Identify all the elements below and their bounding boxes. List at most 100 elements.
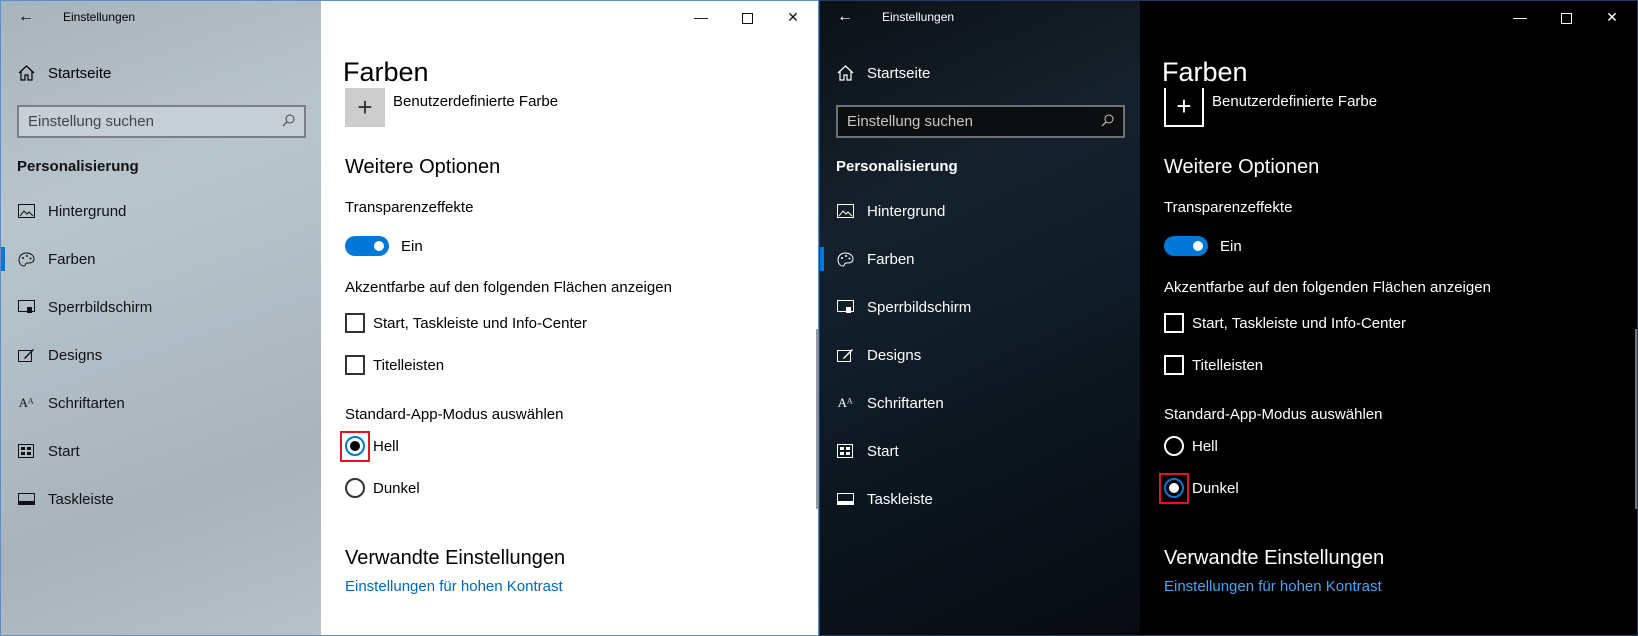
- start-icon: [17, 443, 35, 459]
- brush-icon: [836, 347, 854, 363]
- palette-icon: [836, 251, 854, 267]
- minimize-button[interactable]: —: [678, 5, 724, 29]
- title-bar: ← Einstellungen: [1, 1, 321, 33]
- radio-label: Dunkel: [373, 479, 420, 497]
- back-arrow-icon[interactable]: ←: [13, 7, 39, 27]
- sidebar-item-label: Start: [867, 442, 899, 460]
- transparency-toggle[interactable]: [345, 236, 389, 256]
- radio-mode-dunkel[interactable]: Dunkel: [345, 478, 420, 498]
- custom-color-label[interactable]: Benutzerdefinierte Farbe: [393, 93, 558, 110]
- checkbox[interactable]: [1164, 313, 1184, 333]
- checkbox[interactable]: [1164, 355, 1184, 375]
- related-settings-heading: Verwandte Einstellungen: [345, 547, 566, 569]
- checkbox-label: Titelleisten: [373, 356, 445, 374]
- sidebar-item-sperrbildschirm[interactable]: Sperrbildschirm: [1, 283, 321, 331]
- custom-color-label[interactable]: Benutzerdefinierte Farbe: [1212, 93, 1377, 110]
- search-placeholder: Einstellung suchen: [847, 113, 973, 130]
- search-icon[interactable]: [282, 114, 295, 130]
- radio-label: Hell: [373, 437, 399, 455]
- related-settings-heading: Verwandte Einstellungen: [1164, 547, 1385, 569]
- accent-checkbox-row[interactable]: Titelleisten: [1164, 355, 1263, 375]
- search-input[interactable]: Einstellung suchen: [17, 105, 306, 138]
- lockscreen-icon: [836, 299, 854, 315]
- app-title: Einstellungen: [63, 10, 136, 24]
- app-mode-label: Standard-App-Modus auswählen: [345, 406, 564, 423]
- radio-button[interactable]: [345, 478, 365, 498]
- home-icon: [17, 64, 35, 82]
- app-mode-label: Standard-App-Modus auswählen: [1164, 406, 1383, 423]
- sidebar-item-label: Start: [48, 442, 80, 460]
- page-title: Farben: [1162, 57, 1248, 87]
- add-custom-color-button[interactable]: +: [345, 88, 385, 127]
- sidebar-item-sperrbildschirm[interactable]: Sperrbildschirm: [820, 283, 1140, 331]
- high-contrast-link[interactable]: Einstellungen für hohen Kontrast: [345, 578, 563, 595]
- maximize-button[interactable]: [724, 5, 770, 29]
- settings-window-dark: ← Einstellungen Startseite Einstellung s…: [819, 0, 1638, 636]
- transparency-label: Transparenzeffekte: [345, 199, 474, 216]
- sidebar-item-designs[interactable]: Designs: [1, 331, 321, 379]
- search-input[interactable]: Einstellung suchen: [836, 105, 1125, 138]
- sidebar-item-hintergrund[interactable]: Hintergrund: [820, 187, 1140, 235]
- scrollbar[interactable]: [816, 329, 818, 509]
- sidebar-item-designs[interactable]: Designs: [820, 331, 1140, 379]
- back-arrow-icon[interactable]: ←: [832, 7, 858, 27]
- checkbox-label: Titelleisten: [1192, 356, 1264, 374]
- lockscreen-icon: [17, 299, 35, 315]
- accent-label: Akzentfarbe auf den folgenden Flächen an…: [1164, 279, 1491, 296]
- sidebar-item-farben[interactable]: Farben: [820, 235, 1140, 283]
- checkbox[interactable]: [345, 355, 365, 375]
- sidebar: ← Einstellungen Startseite Einstellung s…: [820, 1, 1140, 635]
- sidebar: ← Einstellungen Startseite Einstellung s…: [1, 1, 321, 635]
- sidebar-item-taskleiste[interactable]: Taskleiste: [1, 475, 321, 523]
- radio-button[interactable]: [1164, 436, 1184, 456]
- accent-checkbox-row[interactable]: Start, Taskleiste und Info-Center: [345, 313, 587, 333]
- search-icon[interactable]: [1101, 114, 1114, 130]
- plus-icon: +: [1176, 91, 1192, 121]
- font-icon: Aᴬ: [837, 395, 853, 410]
- more-options-heading: Weitere Optionen: [1164, 156, 1320, 178]
- sidebar-nav: Hintergrund Farben Sperrbildschirm Desig…: [820, 187, 1140, 523]
- sidebar-item-taskleiste[interactable]: Taskleiste: [820, 475, 1140, 523]
- minimize-button[interactable]: —: [1497, 5, 1543, 29]
- sidebar-item-start[interactable]: Start: [820, 427, 1140, 475]
- palette-icon: [17, 251, 35, 267]
- section-heading: Personalisierung: [17, 158, 139, 175]
- sidebar-item-schriftarten[interactable]: Aᴬ Schriftarten: [1, 379, 321, 427]
- home-link[interactable]: Startseite: [836, 63, 930, 83]
- checkbox[interactable]: [345, 313, 365, 333]
- transparency-toggle[interactable]: [1164, 236, 1208, 256]
- maximize-button[interactable]: [1543, 5, 1589, 29]
- brush-icon: [17, 347, 35, 363]
- taskbar-icon: [17, 491, 35, 507]
- start-icon: [836, 443, 854, 459]
- close-button[interactable]: ✕: [770, 5, 816, 29]
- app-title: Einstellungen: [882, 10, 955, 24]
- sidebar-nav: Hintergrund Farben Sperrbildschirm Desig…: [1, 187, 321, 523]
- maximize-icon: [1560, 12, 1572, 24]
- sidebar-item-farben[interactable]: Farben: [1, 235, 321, 283]
- window-controls: — ✕: [321, 1, 818, 33]
- toggle-state: Ein: [401, 238, 423, 255]
- high-contrast-link[interactable]: Einstellungen für hohen Kontrast: [1164, 578, 1382, 595]
- sidebar-item-label: Sperrbildschirm: [867, 298, 972, 316]
- accent-label: Akzentfarbe auf den folgenden Flächen an…: [345, 279, 672, 296]
- home-link[interactable]: Startseite: [17, 63, 111, 83]
- sidebar-item-hintergrund[interactable]: Hintergrund: [1, 187, 321, 235]
- sidebar-item-label: Designs: [48, 346, 103, 364]
- accent-checkbox-row[interactable]: Start, Taskleiste und Info-Center: [1164, 313, 1406, 333]
- accent-checkbox-row[interactable]: Titelleisten: [345, 355, 444, 375]
- settings-window-light: ← Einstellungen Startseite Einstellung s…: [0, 0, 819, 636]
- home-icon: [836, 64, 854, 82]
- sidebar-item-start[interactable]: Start: [1, 427, 321, 475]
- transparency-label: Transparenzeffekte: [1164, 199, 1293, 216]
- sidebar-item-label: Designs: [867, 346, 922, 364]
- sidebar-item-label: Schriftarten: [48, 394, 125, 412]
- font-icon: Aᴬ: [18, 395, 34, 410]
- sidebar-item-schriftarten[interactable]: Aᴬ Schriftarten: [820, 379, 1140, 427]
- radio-mode-hell[interactable]: Hell: [1164, 436, 1218, 456]
- sidebar-item-label: Schriftarten: [867, 394, 944, 412]
- page-title: Farben: [343, 57, 429, 87]
- scrollbar[interactable]: [1635, 329, 1637, 509]
- close-button[interactable]: ✕: [1589, 5, 1635, 29]
- add-custom-color-button[interactable]: +: [1164, 88, 1204, 127]
